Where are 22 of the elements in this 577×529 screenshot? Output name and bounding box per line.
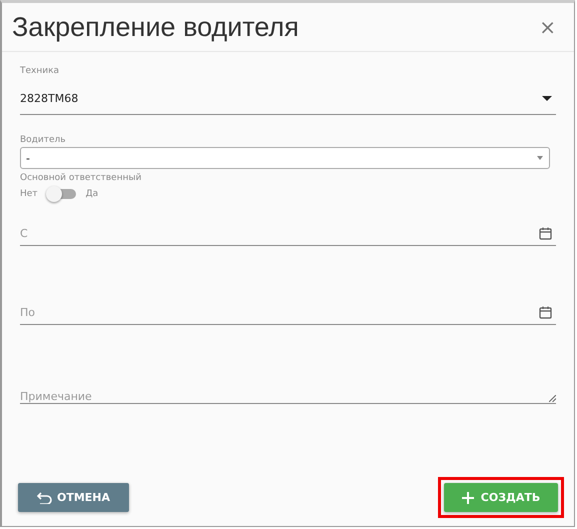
date-field[interactable]: С bbox=[20, 221, 556, 246]
date-field[interactable]: По bbox=[20, 300, 556, 325]
cancel-button[interactable]: ОТМЕНА bbox=[18, 483, 129, 512]
undo-arrow-icon bbox=[36, 492, 53, 504]
caret-icon bbox=[537, 156, 543, 160]
toggle-switch[interactable] bbox=[48, 189, 76, 199]
note-field[interactable]: Примечание bbox=[20, 379, 556, 404]
field-label: Техника bbox=[20, 66, 60, 76]
dropdown-field[interactable]: 2828ТМ68 bbox=[20, 82, 556, 115]
calendar-icon[interactable] bbox=[539, 226, 552, 240]
resize-grip-icon bbox=[549, 395, 556, 402]
field-label: Водитель bbox=[20, 135, 67, 145]
plus-icon bbox=[462, 492, 474, 504]
close-button[interactable]: × bbox=[539, 15, 556, 39]
dialog-title: Закрепление водителя bbox=[12, 12, 299, 42]
toggle-option: Да bbox=[86, 189, 98, 199]
select-field[interactable]: - bbox=[20, 147, 550, 169]
toggle-label: Основной ответственный bbox=[20, 173, 142, 183]
create-button[interactable]: СОЗДАТЬ bbox=[444, 483, 558, 512]
toggle-option: Нет bbox=[20, 189, 38, 199]
caret-icon bbox=[542, 96, 552, 100]
calendar-icon[interactable] bbox=[539, 306, 552, 318]
